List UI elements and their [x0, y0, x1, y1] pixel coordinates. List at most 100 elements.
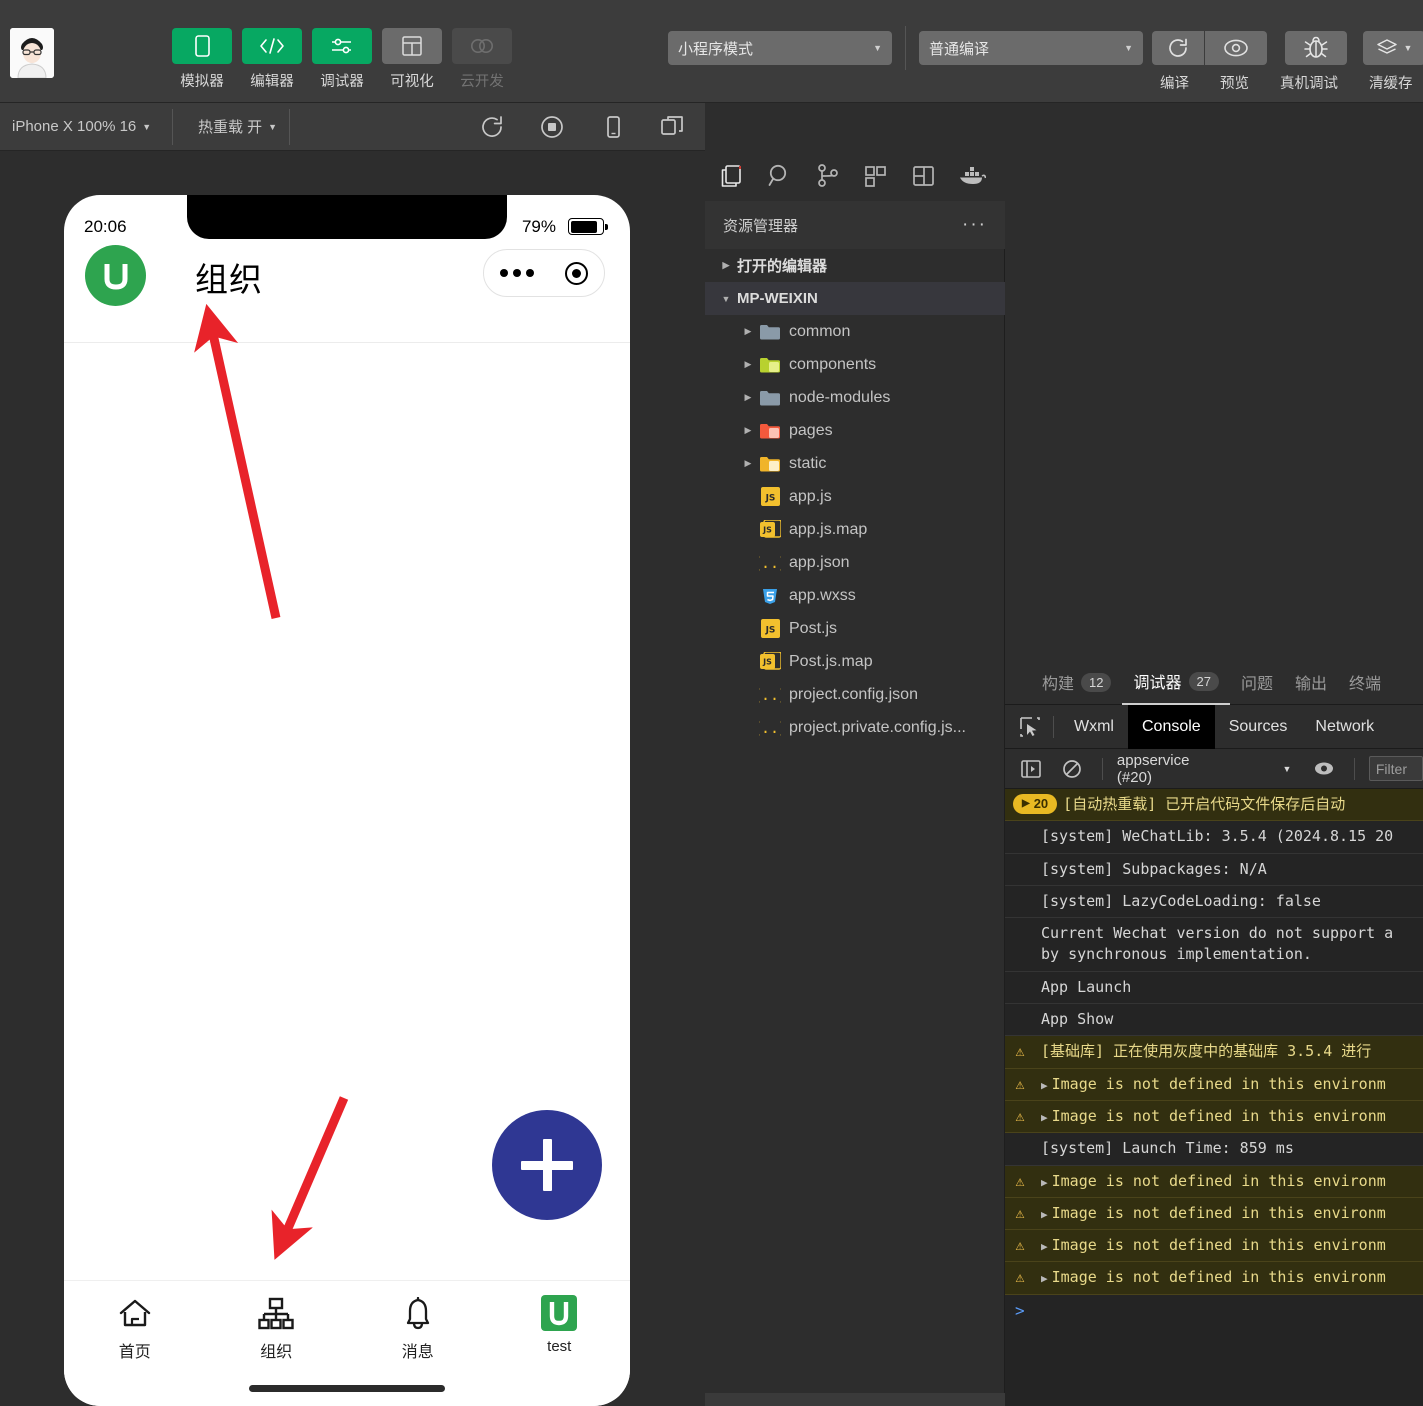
clear-console-icon[interactable] [1055, 752, 1087, 786]
sim-record-button[interactable] [539, 114, 565, 140]
tree-item-label: node-modules [789, 388, 891, 406]
console-log-row[interactable]: ⚠ [基础库] 正在使用灰度中的基础库 3.5.4 进行 [1005, 1036, 1423, 1069]
console-log-row[interactable]: [system] LazyCodeLoading: false [1005, 885, 1423, 919]
tab-sources[interactable]: Sources [1215, 705, 1302, 749]
tree-item-app-js[interactable]: JS app.js [705, 480, 1005, 513]
console-log-row[interactable]: ⚠ ▶ Image is not defined in this environm [1005, 1068, 1423, 1101]
console-log-row[interactable]: ⚠ ▶ Image is not defined in this environm [1005, 1262, 1423, 1295]
console-log-row[interactable]: [system] WeChatLib: 3.5.4 (2024.8.15 20 [1005, 821, 1423, 854]
tree-item-project-private-config-js-[interactable]: {..} project.private.config.js... [705, 711, 1005, 744]
search-icon[interactable] [763, 159, 797, 193]
tool-simulator[interactable]: 模拟器 [172, 28, 232, 91]
console-log-row[interactable]: Current Wechat version do not support ab… [1005, 918, 1423, 972]
warning-icon: ⚠ [1015, 1074, 1025, 1093]
expand-arrow-icon[interactable]: ▶ [1041, 1272, 1048, 1285]
refresh-icon [482, 116, 502, 137]
tool-debugger[interactable]: 调试器 [312, 28, 372, 91]
hotreload-select[interactable]: 热重载 开 ▼ [186, 103, 289, 150]
clear-cache-button[interactable]: ▼ [1363, 31, 1423, 65]
panel-tab-调试器[interactable]: 调试器 27 [1122, 660, 1230, 705]
source-control-icon[interactable] [811, 159, 845, 193]
battery-icon [568, 218, 608, 235]
sitemap-icon [257, 1293, 295, 1335]
console-log-text: [system] WeChatLib: 3.5.4 (2024.8.15 20 [1041, 827, 1394, 846]
tree-item-pages[interactable]: ▶ pages [705, 414, 1005, 447]
explorer-more-button[interactable]: ··· [962, 214, 987, 236]
device-select[interactable]: iPhone X 100% 16 ▼ [0, 103, 163, 150]
tree-item-components[interactable]: ▶ components [705, 348, 1005, 381]
sim-detach-button[interactable] [659, 114, 685, 140]
close-target-icon[interactable] [565, 261, 589, 285]
tree-item-project-config-json[interactable]: {..} project.config.json [705, 678, 1005, 711]
wechat-capsule[interactable] [483, 249, 605, 297]
expand-arrow-icon[interactable]: ▶ [1041, 1111, 1048, 1124]
inspect-element-icon[interactable] [1013, 710, 1047, 744]
tree-item--[interactable]: ▶ 打开的编辑器 [705, 249, 1005, 282]
panel-tab-label: 问题 [1240, 676, 1273, 693]
eye-icon [1224, 39, 1248, 57]
console-log-row[interactable]: ▶ 20 [自动热重载] 已开启代码文件保存后自动 [1005, 789, 1423, 822]
tree-item-app-wxss[interactable]: app.wxss [705, 579, 1005, 612]
sim-device-button[interactable] [600, 114, 626, 140]
tree-item-app-json[interactable]: {..} app.json [705, 546, 1005, 579]
tab-wxml[interactable]: Wxml [1060, 705, 1128, 749]
console-log-text: ▶ Image is not defined in this environm [1041, 1171, 1386, 1190]
tree-item-app-js-map[interactable]: JS app.js.map [705, 513, 1005, 546]
console-eye-icon[interactable] [1307, 752, 1339, 786]
svg-text:JS: JS [762, 657, 772, 666]
tree-item-post-js-map[interactable]: JS Post.js.map [705, 645, 1005, 678]
console-log-row[interactable]: [system] Subpackages: N/A [1005, 853, 1423, 886]
real-device-debug-button[interactable] [1285, 31, 1347, 65]
expand-arrow-icon[interactable]: ▶ [1041, 1240, 1048, 1253]
console-filter-input[interactable]: Filter [1368, 756, 1423, 781]
tree-item-static[interactable]: ▶ static [705, 447, 1005, 480]
tree-item-post-js[interactable]: JS Post.js [705, 612, 1005, 645]
tree-item-mp-weixin[interactable]: ▼ MP-WEIXIN [705, 282, 1005, 315]
console-sidebar-icon[interactable] [1015, 752, 1047, 786]
console-prompt[interactable]: > [1005, 1294, 1423, 1326]
tab-message[interactable]: 消息 [347, 1293, 489, 1362]
tool-visualization[interactable]: 可视化 [382, 28, 442, 91]
splitview-icon[interactable] [907, 159, 941, 193]
files-icon[interactable] [715, 159, 749, 193]
compile-select[interactable]: 普通编译 ▼ [919, 31, 1143, 65]
tool-cloud[interactable]: 云开发 [452, 28, 512, 91]
console-log-row[interactable]: ⚠ ▶ Image is not defined in this environm [1005, 1100, 1423, 1134]
console-log-row[interactable]: ⚠ ▶ Image is not defined in this environm [1005, 1197, 1423, 1231]
expand-arrow-icon[interactable]: ▶ [1041, 1208, 1048, 1221]
preview-button[interactable] [1205, 31, 1267, 65]
bug-icon [1304, 36, 1328, 58]
docker-icon[interactable] [955, 159, 989, 193]
tool-editor[interactable]: 编辑器 [242, 28, 302, 91]
tab-organization[interactable]: 组织 [206, 1293, 348, 1362]
console-logs: ▶ 20 [自动热重载] 已开启代码文件保存后自动 [system] WeChatLi… [1005, 789, 1423, 1295]
user-avatar[interactable] [10, 28, 54, 78]
more-icon[interactable] [499, 269, 534, 277]
panel-tab-输出[interactable]: 输出 [1284, 660, 1338, 705]
panel-tab-终端[interactable]: 终端 [1338, 660, 1392, 705]
extensions-icon[interactable] [859, 159, 893, 193]
compile-button[interactable] [1152, 31, 1204, 65]
console-log-row[interactable]: ⚠ ▶ Image is not defined in this environm [1005, 1230, 1423, 1263]
expand-arrow-icon[interactable]: ▶ [1041, 1176, 1048, 1189]
sim-refresh-button[interactable] [479, 114, 505, 140]
console-log-row[interactable]: App Show [1005, 1004, 1423, 1037]
panel-tab-构建[interactable]: 构建 12 [1031, 660, 1122, 705]
console-log-row[interactable]: App Launch [1005, 971, 1423, 1005]
panel-tab-问题[interactable]: 问题 [1230, 660, 1284, 705]
tab-home[interactable]: 首页 [64, 1293, 206, 1362]
console-log-row[interactable]: ⚠ ▶ Image is not defined in this environm [1005, 1165, 1423, 1198]
console-log-text: [system] Launch Time: 859 ms [1041, 1139, 1294, 1158]
console-log-row[interactable]: [system] Launch Time: 859 ms [1005, 1133, 1423, 1166]
expand-arrow-icon[interactable]: ▶ [1041, 1079, 1048, 1092]
tab-network[interactable]: Network [1301, 705, 1388, 749]
console-context-select[interactable]: appservice (#20) ▼ [1117, 752, 1292, 786]
tree-item-label: Post.js.map [789, 652, 873, 670]
mode-select[interactable]: 小程序模式 ▼ [668, 31, 892, 65]
tab-console[interactable]: Console [1127, 704, 1215, 749]
tree-item-node-modules[interactable]: ▶ node-modules [705, 381, 1005, 414]
tree-item-common[interactable]: ▶ common [705, 315, 1005, 348]
tab-test[interactable]: test [489, 1293, 631, 1355]
add-fab-button[interactable] [492, 1110, 602, 1220]
refresh-icon [1169, 38, 1187, 57]
